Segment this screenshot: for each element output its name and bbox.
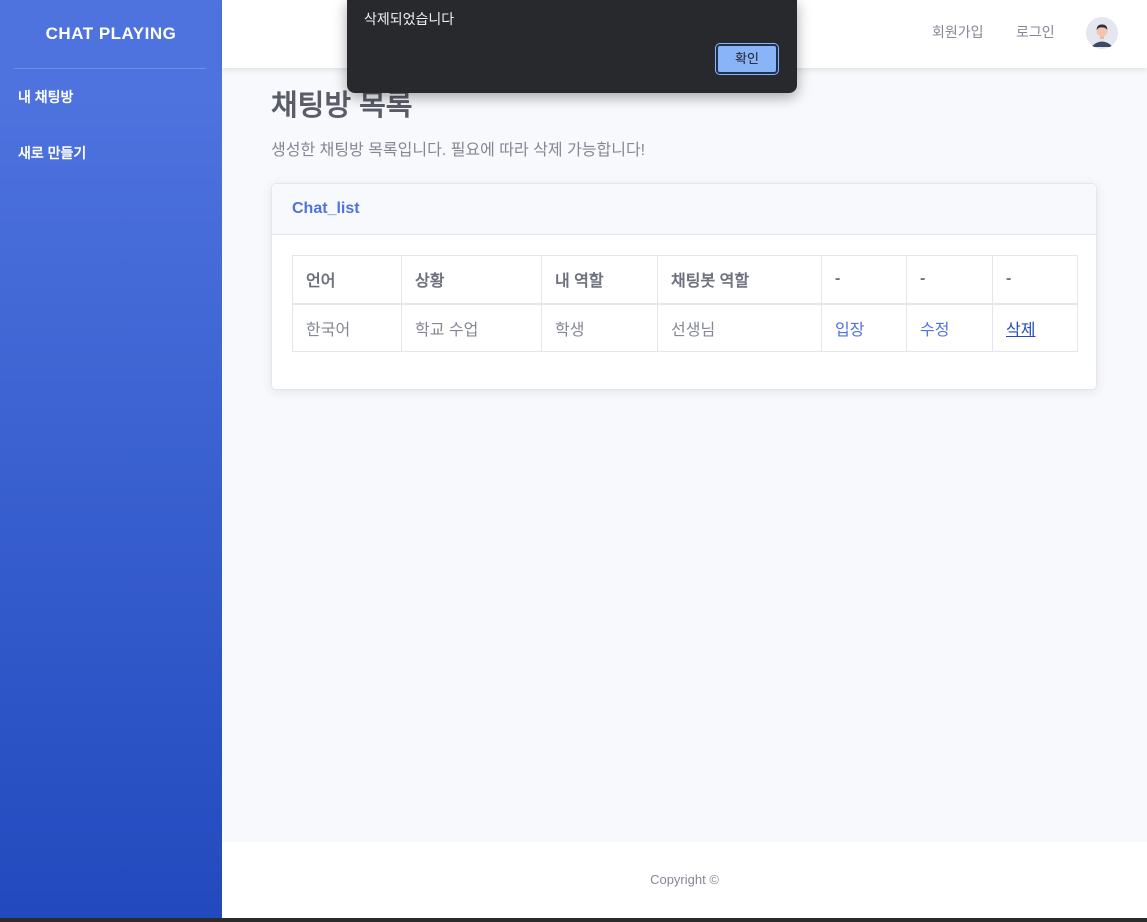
delete-link[interactable]: 삭제 xyxy=(1006,322,1035,339)
user-avatar-icon[interactable] xyxy=(1086,17,1118,49)
column-header: - xyxy=(906,255,993,305)
window-bottom-edge xyxy=(0,918,1147,922)
column-header: 내 역할 xyxy=(541,255,658,305)
alert-dialog: 삭제되었습니다 확인 xyxy=(347,0,797,93)
column-header: 언어 xyxy=(292,255,402,305)
page-description: 생성한 채팅방 목록입니다. 필요에 따라 삭제 가능합니다! xyxy=(271,142,646,159)
card-header: Chat_list xyxy=(272,184,1096,235)
sidebar-item-create-new[interactable]: 새로 만들기 xyxy=(0,125,222,181)
alert-ok-button[interactable]: 확인 xyxy=(715,43,779,75)
page-header: 채팅방 목록 생성한 채팅방 목록입니다. 필요에 따라 삭제 가능합니다! xyxy=(271,84,1098,160)
cell-my-role: 학생 xyxy=(541,303,658,352)
edit-cell: 수정 xyxy=(906,303,993,352)
delete-cell: 삭제 xyxy=(992,303,1078,352)
table-header-row: 언어 상황 내 역할 채팅봇 역할 - - - xyxy=(292,255,1078,305)
signup-link[interactable]: 회원가입 xyxy=(932,22,984,42)
table-row: 한국어 학교 수업 학생 선생님 입장 수정 삭제 xyxy=(292,303,1078,352)
alert-message: 삭제되었습니다 xyxy=(364,11,455,27)
column-header: 채팅봇 역할 xyxy=(657,255,822,305)
sidebar: CHAT PLAYING 내 채팅방 새로 만들기 xyxy=(0,0,222,918)
chat-list-card: Chat_list 언어 상황 내 역할 채팅봇 역할 - - - 한국어 학교… xyxy=(271,183,1097,390)
cell-bot-role: 선생님 xyxy=(657,303,822,352)
cell-language: 한국어 xyxy=(292,303,402,352)
edit-link[interactable]: 수정 xyxy=(920,322,949,339)
avatar-illustration xyxy=(1086,17,1118,49)
brand-logo[interactable]: CHAT PLAYING xyxy=(0,0,222,68)
column-header: 상황 xyxy=(401,255,542,305)
enter-link[interactable]: 입장 xyxy=(835,322,864,339)
cell-situation: 학교 수업 xyxy=(401,303,542,352)
column-header: - xyxy=(992,255,1078,305)
column-header: - xyxy=(821,255,907,305)
login-link[interactable]: 로그인 xyxy=(1016,22,1055,42)
enter-cell: 입장 xyxy=(821,303,907,352)
copyright-text: Copyright © xyxy=(650,872,719,887)
sidebar-item-my-chatrooms[interactable]: 내 채팅방 xyxy=(0,69,222,125)
footer: Copyright © xyxy=(222,842,1147,918)
chat-list-table: 언어 상황 내 역할 채팅봇 역할 - - - 한국어 학교 수업 학생 선생님… xyxy=(292,255,1078,352)
